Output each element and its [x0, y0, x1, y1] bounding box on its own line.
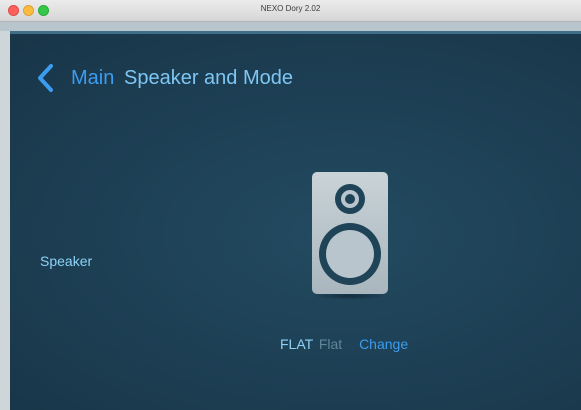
- speaker-label: Speaker: [40, 253, 93, 269]
- speaker-icon: [310, 172, 390, 300]
- mode-name: Flat: [318, 336, 343, 352]
- breadcrumb-main-link[interactable]: Main: [71, 67, 114, 90]
- back-button[interactable]: [36, 63, 56, 93]
- chevron-left-icon: [38, 64, 53, 92]
- toolbar-strip: [0, 22, 581, 31]
- main-content: Main Speaker and Mode Speaker FLAT Flat …: [10, 31, 581, 410]
- window-title: NEXO Dory 2.02: [260, 4, 321, 13]
- app-window: NEXO Dory 2.02 Main Speaker and Mode Spe…: [0, 0, 581, 410]
- left-bezel: [0, 31, 10, 410]
- mode-code: FLAT: [280, 336, 313, 352]
- change-mode-button[interactable]: Change: [359, 336, 408, 352]
- page-title: Speaker and Mode: [124, 67, 294, 89]
- mode-row: FLAT Flat Change: [280, 336, 408, 352]
- title-bar[interactable]: NEXO Dory 2.02: [0, 0, 581, 22]
